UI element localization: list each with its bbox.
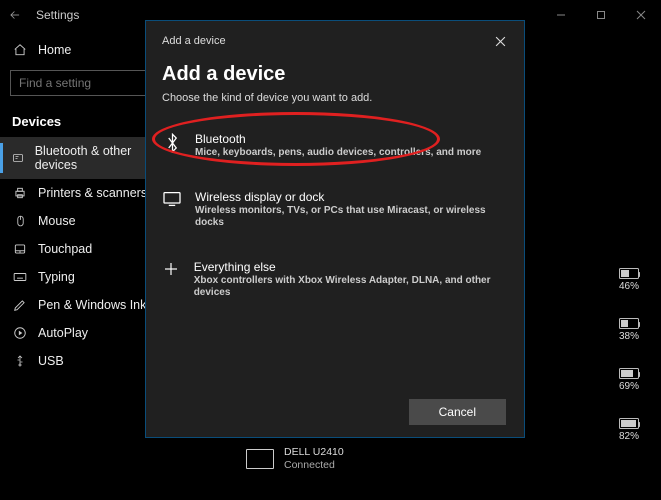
usb-icon xyxy=(12,354,28,368)
bg-device-list: 46% 38% 69% 82% xyxy=(619,268,639,442)
plus-icon xyxy=(162,260,181,277)
device-name: DELL U2410 xyxy=(284,446,344,459)
sidebar-item-printers[interactable]: Printers & scanners xyxy=(0,179,160,207)
back-icon[interactable] xyxy=(8,8,22,22)
battery-percent: 69% xyxy=(619,381,639,392)
sidebar-item-label: Bluetooth & other devices xyxy=(35,144,148,172)
touchpad-icon xyxy=(12,242,28,256)
dialog-subtitle: Choose the kind of device you want to ad… xyxy=(162,92,508,104)
battery-item: 46% xyxy=(619,268,639,292)
option-title: Bluetooth xyxy=(195,132,481,146)
option-desc: Xbox controllers with Xbox Wireless Adap… xyxy=(194,275,508,300)
sidebar-item-typing[interactable]: Typing xyxy=(0,263,160,291)
sidebar-item-label: AutoPlay xyxy=(38,326,88,340)
pen-icon xyxy=(12,298,28,312)
home-icon xyxy=(12,43,28,57)
sidebar-label: Home xyxy=(38,43,71,57)
option-title: Everything else xyxy=(194,260,508,274)
bluetooth-icon xyxy=(162,132,182,153)
battery-percent: 82% xyxy=(619,431,639,442)
battery-percent: 38% xyxy=(619,331,639,342)
sidebar-item-label: Printers & scanners xyxy=(38,186,147,200)
dialog-close-button[interactable] xyxy=(488,29,512,53)
display-icon xyxy=(162,190,182,207)
option-desc: Mice, keyboards, pens, audio devices, co… xyxy=(195,147,481,160)
keyboard-icon xyxy=(12,271,28,283)
battery-item: 82% xyxy=(619,418,639,442)
monitor-icon xyxy=(246,449,274,469)
add-device-dialog: Add a device Add a device Choose the kin… xyxy=(145,20,525,438)
minimize-button[interactable] xyxy=(541,0,581,30)
battery-percent: 46% xyxy=(619,281,639,292)
autoplay-icon xyxy=(12,326,28,340)
sidebar: Home Devices Bluetooth & other devices P… xyxy=(0,30,160,500)
sidebar-item-touchpad[interactable]: Touchpad xyxy=(0,235,160,263)
window-controls xyxy=(541,0,661,30)
app-title: Settings xyxy=(36,8,79,22)
maximize-button[interactable] xyxy=(581,0,621,30)
sidebar-item-label: Pen & Windows Ink xyxy=(38,298,146,312)
cancel-button[interactable]: Cancel xyxy=(409,399,506,425)
sidebar-item-autoplay[interactable]: AutoPlay xyxy=(0,319,160,347)
mouse-icon xyxy=(12,214,28,228)
sidebar-home[interactable]: Home xyxy=(0,36,160,64)
sidebar-item-bluetooth[interactable]: Bluetooth & other devices xyxy=(0,137,160,179)
connected-device[interactable]: DELL U2410 Connected xyxy=(246,446,344,471)
option-bluetooth[interactable]: Bluetooth Mice, keyboards, pens, audio d… xyxy=(162,126,508,174)
sidebar-item-mouse[interactable]: Mouse xyxy=(0,207,160,235)
printer-icon xyxy=(12,186,28,200)
sidebar-item-label: USB xyxy=(38,354,64,368)
sidebar-item-label: Typing xyxy=(38,270,75,284)
dialog-window-title: Add a device xyxy=(162,35,226,47)
sidebar-item-usb[interactable]: USB xyxy=(0,347,160,375)
sidebar-section: Devices xyxy=(0,110,160,137)
device-status: Connected xyxy=(284,459,344,472)
close-button[interactable] xyxy=(621,0,661,30)
search-input[interactable] xyxy=(10,70,150,96)
sidebar-item-label: Touchpad xyxy=(38,242,92,256)
bluetooth-icon xyxy=(12,151,25,165)
option-wireless-display[interactable]: Wireless display or dock Wireless monito… xyxy=(162,184,508,244)
battery-item: 38% xyxy=(619,318,639,342)
dialog-title: Add a device xyxy=(162,63,508,86)
option-desc: Wireless monitors, TVs, or PCs that use … xyxy=(195,205,508,230)
sidebar-item-pen[interactable]: Pen & Windows Ink xyxy=(0,291,160,319)
option-everything-else[interactable]: Everything else Xbox controllers with Xb… xyxy=(162,254,508,314)
option-title: Wireless display or dock xyxy=(195,190,508,204)
sidebar-item-label: Mouse xyxy=(38,214,76,228)
battery-item: 69% xyxy=(619,368,639,392)
